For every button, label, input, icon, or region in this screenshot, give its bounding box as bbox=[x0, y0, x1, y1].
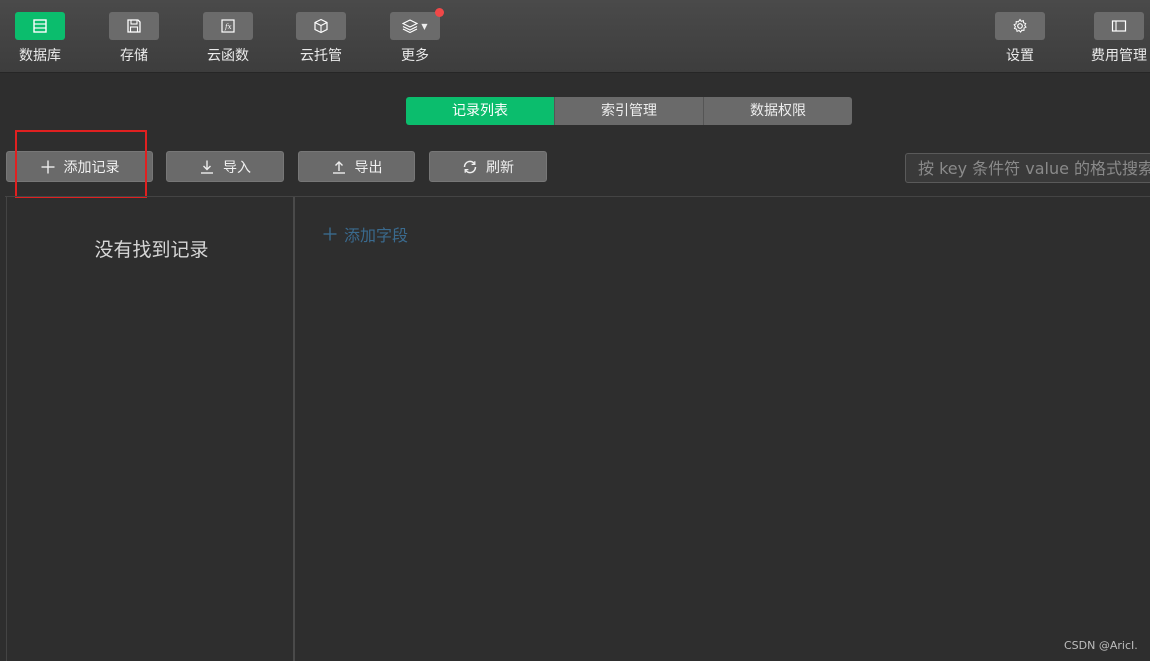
toolbar-label-settings: 设置 bbox=[1006, 48, 1034, 64]
add-record-label: 添加记录 bbox=[63, 159, 120, 176]
toolbar-item-hosting[interactable]: 云托管 bbox=[281, 12, 361, 65]
plus-icon bbox=[323, 227, 337, 241]
toolbar-item-storage[interactable]: 存储 bbox=[94, 12, 174, 65]
more-button[interactable]: ▼ bbox=[390, 8, 444, 40]
database-icon bbox=[33, 19, 47, 33]
billing-button[interactable] bbox=[1094, 12, 1144, 40]
toolbar-item-settings[interactable]: 设置 bbox=[980, 12, 1060, 65]
top-toolbar: 数据库 存储 fx 云函数 云托管 ▼ 更多 设置 费用管理 bbox=[0, 0, 1150, 73]
tab-data-permissions[interactable]: 数据权限 bbox=[704, 97, 852, 125]
chevron-down-icon: ▼ bbox=[421, 21, 428, 31]
billing-icon bbox=[1111, 20, 1127, 32]
add-field-label: 添加字段 bbox=[344, 226, 409, 245]
toolbar-label-storage: 存储 bbox=[120, 48, 148, 64]
upload-icon bbox=[332, 160, 345, 174]
tab-record-list[interactable]: 记录列表 bbox=[406, 97, 555, 125]
storage-icon bbox=[127, 19, 141, 33]
toolbar-label-more: 更多 bbox=[401, 48, 429, 64]
function-button[interactable]: fx bbox=[203, 12, 253, 40]
box-icon bbox=[314, 18, 328, 34]
import-button[interactable]: 导入 bbox=[166, 151, 284, 182]
settings-button[interactable] bbox=[995, 12, 1045, 40]
tab-index-management[interactable]: 索引管理 bbox=[555, 97, 704, 125]
layers-icon bbox=[402, 19, 419, 34]
toolbar-label-billing: 费用管理 bbox=[1091, 48, 1147, 64]
hosting-button[interactable] bbox=[296, 12, 346, 40]
plus-icon bbox=[41, 160, 54, 173]
refresh-label: 刷新 bbox=[486, 159, 514, 176]
search-input[interactable] bbox=[905, 153, 1150, 183]
toolbar-item-billing[interactable]: 费用管理 bbox=[1079, 12, 1150, 65]
tab-group: 记录列表 索引管理 数据权限 bbox=[406, 97, 852, 125]
record-list-pane: 没有找到记录 bbox=[6, 197, 295, 661]
toolbar-label-function: 云函数 bbox=[207, 48, 249, 64]
export-button[interactable]: 导出 bbox=[298, 151, 415, 182]
watermark: CSDN @AricI. bbox=[1064, 639, 1138, 652]
export-label: 导出 bbox=[354, 159, 383, 176]
empty-records-text: 没有找到记录 bbox=[94, 239, 209, 261]
storage-button[interactable] bbox=[109, 12, 159, 40]
add-field-button[interactable]: 添加字段 bbox=[322, 222, 408, 246]
toolbar-label-hosting: 云托管 bbox=[300, 48, 342, 64]
toolbar-item-more[interactable]: ▼ 更多 bbox=[375, 8, 455, 65]
gear-icon bbox=[1013, 18, 1027, 33]
database-button[interactable] bbox=[15, 12, 65, 40]
toolbar-label-database: 数据库 bbox=[19, 48, 61, 64]
import-label: 导入 bbox=[223, 159, 251, 176]
refresh-icon bbox=[463, 160, 477, 173]
function-icon: fx bbox=[221, 19, 235, 33]
notification-dot bbox=[435, 8, 444, 17]
svg-text:fx: fx bbox=[224, 23, 232, 31]
download-icon bbox=[201, 160, 213, 174]
add-record-button[interactable]: 添加记录 bbox=[6, 151, 153, 182]
toolbar-item-database[interactable]: 数据库 bbox=[0, 12, 80, 65]
toolbar-item-function[interactable]: fx 云函数 bbox=[188, 12, 268, 65]
refresh-button[interactable]: 刷新 bbox=[429, 151, 547, 182]
